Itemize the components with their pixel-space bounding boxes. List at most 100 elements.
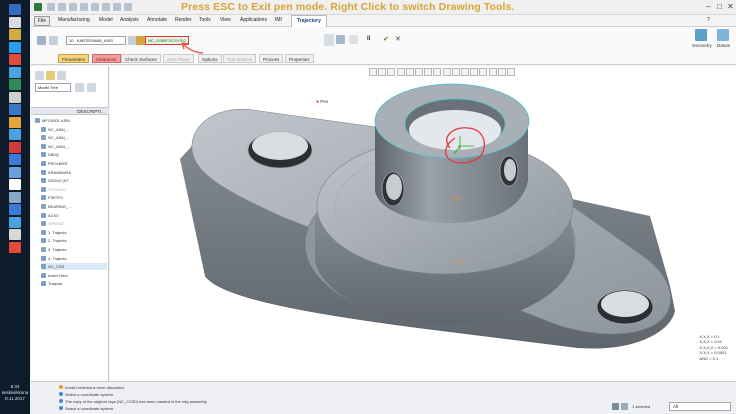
menu-manufacturing[interactable]: Manufacturing — [58, 17, 90, 23]
tree-item[interactable]: MFG0001.ASM — [35, 117, 107, 124]
start-icon[interactable] — [9, 4, 21, 15]
tree-item[interactable]: BEARING_... — [41, 203, 107, 210]
tree-item[interactable]: DB0Q — [41, 151, 107, 158]
csys-icon[interactable] — [136, 36, 145, 45]
search-icon[interactable] — [9, 16, 21, 28]
tree-item[interactable]: Insert Here — [41, 272, 107, 279]
tree-item[interactable]: KRANMURA — [41, 169, 107, 176]
teams-icon[interactable] — [9, 154, 21, 165]
new-file-icon[interactable] — [47, 3, 55, 11]
menu-applications[interactable]: Applications — [240, 17, 267, 23]
tab-parameters[interactable]: Parameters — [58, 54, 90, 63]
tool-icon[interactable] — [37, 36, 46, 45]
close-button[interactable]: ✕ — [725, 2, 736, 12]
selection-filter-dropdown[interactable]: All — [669, 402, 731, 411]
menu-trajectory[interactable]: Trajectory — [291, 15, 327, 27]
menu-imi[interactable]: IMI — [275, 17, 282, 23]
tree-item[interactable]: NC_ASM_... — [41, 143, 107, 150]
tree-item[interactable]: 4. Trajecto — [41, 255, 107, 262]
onenote-icon[interactable] — [9, 166, 21, 178]
close-window-icon[interactable] — [124, 3, 132, 11]
excel-icon[interactable] — [9, 204, 21, 215]
tree-item[interactable]: 2. Trajecto — [41, 237, 107, 244]
select-filter-icon[interactable] — [612, 403, 619, 410]
tree-column-header[interactable]: DESCRIPTI... — [31, 107, 109, 115]
right-bolt-hole-floor — [601, 291, 649, 317]
undo-icon[interactable] — [80, 3, 88, 11]
word-icon[interactable] — [9, 104, 21, 115]
calculator-icon[interactable] — [9, 229, 21, 240]
pause-button[interactable]: II — [367, 36, 370, 42]
menu-render[interactable]: Render — [175, 17, 191, 23]
store-icon[interactable] — [9, 79, 21, 90]
mail-icon[interactable] — [9, 91, 21, 103]
open-file-icon[interactable] — [58, 3, 66, 11]
tree-item[interactable]: NC_CSS — [41, 263, 107, 271]
menu-view[interactable]: View — [220, 17, 231, 23]
edge-icon[interactable] — [9, 41, 21, 53]
menu-model[interactable]: Model — [99, 17, 113, 23]
settings-icon[interactable] — [9, 191, 21, 203]
datum-icon[interactable] — [717, 29, 729, 41]
windows-icon[interactable] — [113, 3, 121, 11]
display-icon[interactable] — [324, 34, 334, 46]
tree-item-icon — [41, 255, 46, 261]
tab-options[interactable]: Options — [198, 54, 222, 63]
geometry-label[interactable]: Geometry — [692, 43, 712, 48]
geometry-icon[interactable] — [695, 29, 707, 41]
folder-tab-icon[interactable] — [46, 71, 55, 80]
tree-item[interactable]: NC_ASM_... — [41, 126, 107, 133]
selected-count[interactable]: 1 selected — [632, 404, 650, 409]
datum-label[interactable]: Datum — [717, 43, 730, 48]
menu-analysis[interactable]: Analysis — [120, 17, 139, 23]
tab-axes-plane[interactable]: Axes Plane — [163, 54, 194, 63]
preview-icon[interactable] — [336, 35, 345, 44]
graphics-window[interactable]: ● Pen X,X,X = 0.1 X,X,X = 0.01 X,X,X,X =… — [110, 66, 736, 381]
maximize-button[interactable]: □ — [714, 2, 725, 12]
tab-properties[interactable]: Properties — [285, 54, 314, 63]
tree-item[interactable]: 1. Trajecto — [41, 229, 107, 236]
tree-filter-icon[interactable] — [87, 83, 96, 92]
cancel-button[interactable]: ✕ — [395, 35, 401, 43]
tab-check-surfaces[interactable]: Check Surfaces — [121, 54, 161, 63]
menu-annotate[interactable]: Annotate — [147, 17, 167, 23]
explorer-icon[interactable] — [9, 66, 21, 78]
mode-icon[interactable] — [49, 36, 58, 45]
favorites-tab-icon[interactable] — [57, 71, 66, 80]
tree-item[interactable]: DIS010 [KT — [41, 177, 107, 184]
model-tree-tab-icon[interactable] — [35, 71, 44, 80]
tree-item[interactable]: ACS0 — [41, 212, 107, 219]
tree-item[interactable]: 3. Trajecto — [41, 246, 107, 253]
regenerate-icon[interactable] — [102, 3, 110, 11]
skype-icon[interactable] — [9, 216, 21, 228]
folder-icon[interactable] — [9, 116, 21, 128]
model-tree-dropdown[interactable]: Model Tree — [35, 83, 71, 92]
task-view-icon[interactable] — [9, 29, 21, 40]
selection-icon[interactable] — [621, 403, 628, 410]
tree-settings-icon[interactable] — [75, 83, 84, 92]
save-icon[interactable] — [69, 3, 77, 11]
status-message: Invalid selections were discarded. — [59, 385, 125, 390]
tree-item[interactable]: NC_ASM_... — [41, 134, 107, 141]
tab-tool-motions[interactable]: Tool Motions — [223, 54, 257, 63]
tree-item[interactable]: OPERAT... — [41, 220, 107, 227]
tree-item[interactable]: FSETP1 — [41, 194, 107, 201]
chrome-icon[interactable] — [9, 54, 21, 65]
dropdown-icon[interactable] — [349, 35, 358, 44]
help-icon[interactable]: ? — [707, 17, 710, 23]
acrobat-icon[interactable] — [9, 141, 21, 153]
tree-item[interactable]: PROLBHR — [41, 160, 107, 167]
notepad-icon[interactable] — [9, 179, 21, 190]
minimize-button[interactable]: – — [703, 2, 714, 12]
menu-file[interactable]: File — [34, 16, 50, 26]
outlook-icon[interactable] — [9, 129, 21, 140]
ok-button[interactable]: ✔ — [383, 35, 389, 43]
tree-item[interactable]: TOOLING — [41, 186, 107, 193]
creo-icon[interactable] — [9, 241, 21, 253]
tab-process[interactable]: Process — [259, 54, 284, 63]
tab-clearance[interactable]: Clearance — [92, 54, 121, 63]
redo-icon[interactable] — [91, 3, 99, 11]
tree-item[interactable]: Trajecto — [41, 280, 107, 287]
mode-dropdown[interactable]: 10 : KARTESIAN5_AXIS — [66, 36, 126, 45]
menu-tools[interactable]: Tools — [199, 17, 211, 23]
